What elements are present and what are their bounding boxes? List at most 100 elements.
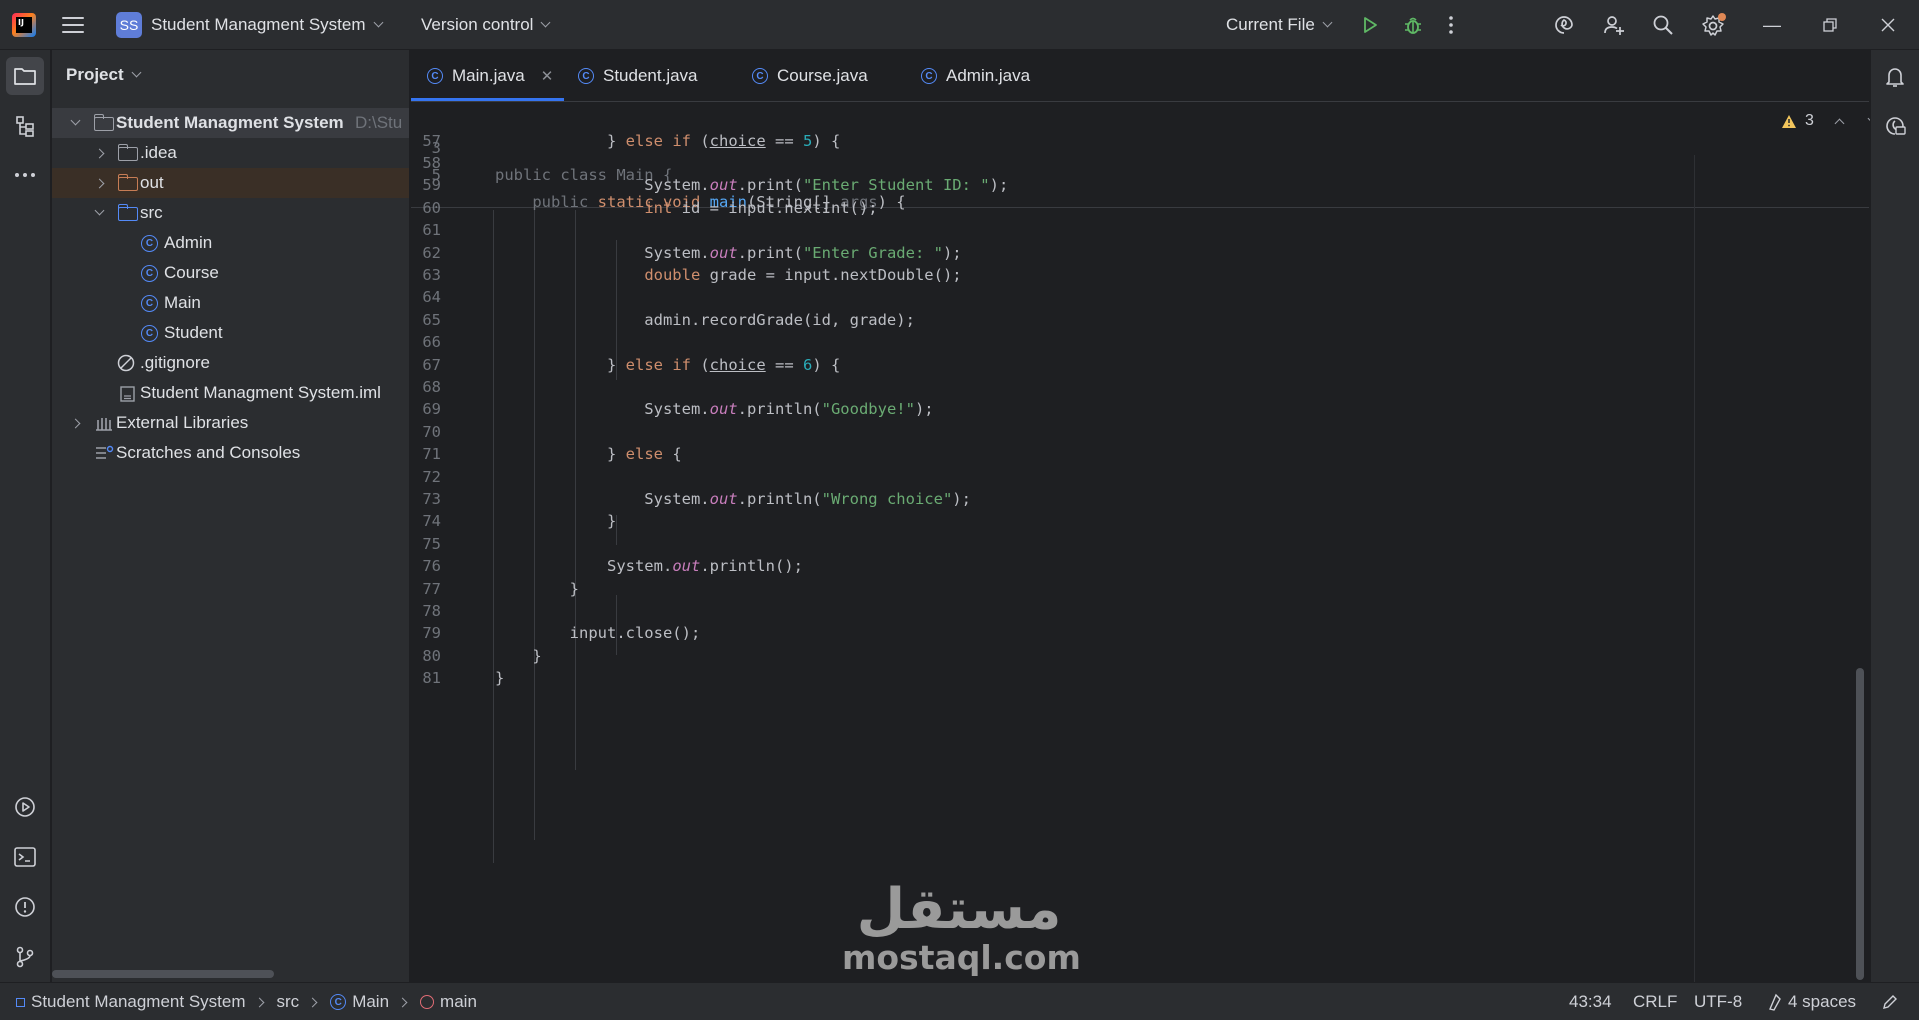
tree-item-gitignore[interactable]: .gitignore bbox=[52, 348, 409, 378]
vertical-scrollbar[interactable] bbox=[1856, 668, 1864, 980]
more-actions-button[interactable] bbox=[1448, 0, 1454, 50]
tree-item-student[interactable]: C Student bbox=[52, 318, 409, 348]
class-icon: C bbox=[141, 265, 158, 282]
bug-icon bbox=[1405, 17, 1421, 34]
module-file-icon bbox=[120, 386, 135, 402]
more-tools-button[interactable] bbox=[6, 156, 44, 194]
chevron-right-icon bbox=[397, 997, 408, 1007]
tree-item-idea[interactable]: .idea bbox=[52, 138, 409, 168]
tab-label: Course.java bbox=[777, 66, 868, 85]
inspection-widget[interactable]: 3 bbox=[1781, 112, 1878, 130]
tree-item-label: External Libraries bbox=[116, 413, 249, 432]
tree-item-out[interactable]: out bbox=[52, 168, 409, 198]
project-tool-button[interactable] bbox=[6, 57, 44, 95]
tree-item-label: .gitignore bbox=[140, 353, 210, 372]
minimize-button[interactable]: — bbox=[1743, 0, 1801, 50]
debug-button[interactable] bbox=[1402, 0, 1424, 50]
notifications-button[interactable] bbox=[1876, 58, 1914, 96]
more-horizontal-icon bbox=[15, 173, 35, 177]
terminal-icon bbox=[14, 847, 36, 867]
code-text: } bbox=[495, 669, 505, 688]
class-icon: C bbox=[141, 235, 158, 252]
tab-main-java[interactable]: C Main.java ✕ bbox=[427, 50, 553, 102]
class-icon: C bbox=[578, 68, 594, 84]
watermark: مستقل mostaql.com bbox=[842, 877, 1081, 976]
horizontal-scrollbar[interactable] bbox=[52, 970, 274, 978]
module-icon bbox=[16, 997, 25, 1007]
breadcrumb-item[interactable]: src bbox=[277, 992, 300, 1012]
right-tool-strip bbox=[1870, 50, 1919, 982]
folder-icon bbox=[117, 144, 138, 161]
expand-arrow-icon[interactable] bbox=[70, 418, 81, 429]
code-with-me-button[interactable] bbox=[1602, 0, 1626, 50]
warning-circle-icon bbox=[15, 897, 35, 917]
breadcrumb-item[interactable]: main bbox=[440, 992, 477, 1012]
tree-item-project-root[interactable]: Student Managment System D:\Stu bbox=[52, 108, 409, 138]
caret-position[interactable]: 43:34 bbox=[1569, 983, 1612, 1020]
tab-student-java[interactable]: C Student.java bbox=[578, 50, 698, 102]
chevron-right-icon bbox=[254, 997, 264, 1007]
run-configuration-label: Current File bbox=[1226, 15, 1315, 34]
settings-button[interactable] bbox=[1701, 0, 1727, 50]
minimize-icon: — bbox=[1763, 14, 1781, 35]
watermark-arabic: مستقل bbox=[856, 877, 1062, 942]
tab-admin-java[interactable]: C Admin.java bbox=[921, 50, 1030, 102]
previous-problem-icon[interactable] bbox=[1834, 118, 1845, 129]
restore-button[interactable] bbox=[1801, 0, 1859, 50]
breadcrumb-item[interactable]: Student Managment System bbox=[31, 992, 246, 1012]
tree-item-course[interactable]: C Course bbox=[52, 258, 409, 288]
expand-arrow-icon[interactable] bbox=[94, 178, 105, 189]
problems-tool-button[interactable] bbox=[6, 888, 44, 926]
status-bar: Student Managment System src C Main main… bbox=[0, 982, 1919, 1020]
tree-item-label: Student Managment System bbox=[116, 113, 344, 132]
indent-icon bbox=[1769, 993, 1781, 1011]
breadcrumb-item[interactable]: Main bbox=[352, 992, 389, 1012]
app-logo-icon[interactable]: IJ bbox=[12, 0, 36, 50]
close-icon[interactable]: ✕ bbox=[541, 67, 554, 85]
code-line[interactable]: 81} bbox=[411, 665, 1711, 692]
collapse-arrow-icon[interactable] bbox=[70, 115, 81, 126]
terminal-tool-button[interactable] bbox=[6, 838, 44, 876]
services-tool-button[interactable] bbox=[6, 788, 44, 826]
indent-label: 4 spaces bbox=[1788, 992, 1857, 1011]
run-configuration-selector[interactable]: Current File bbox=[1226, 0, 1333, 50]
ai-assistant-button[interactable] bbox=[1552, 0, 1576, 50]
run-button[interactable] bbox=[1360, 0, 1380, 50]
project-switcher[interactable]: SS Student Managment System bbox=[116, 0, 383, 50]
structure-icon bbox=[16, 116, 34, 137]
method-icon bbox=[420, 995, 435, 1009]
collapse-arrow-icon[interactable] bbox=[94, 205, 105, 216]
breadcrumb: Student Managment System src C Main main bbox=[16, 983, 477, 1020]
class-icon: C bbox=[141, 325, 158, 342]
main-class-icon: C bbox=[141, 295, 158, 312]
project-panel-title[interactable]: Project bbox=[66, 65, 142, 85]
version-control-menu[interactable]: Version control bbox=[421, 0, 551, 50]
ignore-file-icon bbox=[117, 354, 135, 372]
project-panel: Project Student Managment System D:\Stu … bbox=[52, 50, 410, 982]
tree-item-main[interactable]: C Main bbox=[52, 288, 409, 318]
ai-chat-button[interactable] bbox=[1876, 107, 1914, 145]
tree-item-external-libraries[interactable]: External Libraries bbox=[52, 408, 409, 438]
file-encoding[interactable]: UTF-8 bbox=[1694, 983, 1742, 1020]
version-control-label: Version control bbox=[421, 15, 534, 34]
expand-arrow-icon[interactable] bbox=[94, 148, 105, 159]
tree-item-admin[interactable]: C Admin bbox=[52, 228, 409, 258]
tree-item-label: Admin bbox=[164, 233, 213, 252]
structure-tool-button[interactable] bbox=[6, 107, 44, 145]
tab-course-java[interactable]: C Course.java bbox=[752, 50, 868, 102]
tree-item-src[interactable]: src bbox=[52, 198, 409, 228]
tree-item-scratches[interactable]: Scratches and Consoles bbox=[52, 438, 409, 468]
close-window-button[interactable] bbox=[1859, 0, 1917, 50]
line-separator[interactable]: CRLF bbox=[1633, 983, 1677, 1020]
tree-item-iml[interactable]: Student Managment System.iml bbox=[52, 378, 409, 408]
chevron-down-icon bbox=[541, 17, 551, 28]
git-tool-button[interactable] bbox=[6, 938, 44, 976]
tree-item-label: Student bbox=[164, 323, 223, 342]
class-icon: C bbox=[921, 68, 937, 84]
main-menu-icon[interactable] bbox=[62, 0, 84, 50]
tab-label: Main.java bbox=[452, 66, 525, 85]
chevron-right-icon bbox=[307, 997, 318, 1007]
read-only-toggle[interactable] bbox=[1881, 983, 1899, 1020]
search-everywhere-button[interactable] bbox=[1652, 0, 1674, 50]
indent-settings[interactable]: 4 spaces bbox=[1766, 983, 1856, 1020]
